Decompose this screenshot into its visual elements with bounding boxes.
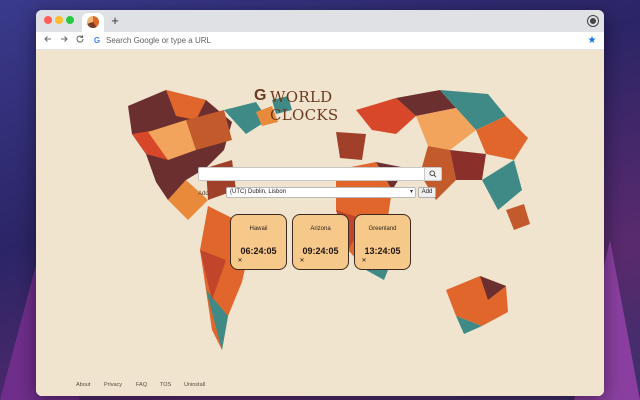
search-input[interactable] — [198, 167, 426, 181]
search-icon — [429, 170, 437, 178]
bookmark-star-icon[interactable]: ★ — [586, 34, 598, 48]
arrow-right-icon — [61, 36, 68, 42]
clock-card-greenland: Greenland 13:24:05 ✕ — [354, 214, 411, 270]
clock-card-arizona: Arizona 09:24:05 ✕ — [292, 214, 349, 270]
minimize-window-button[interactable] — [55, 16, 63, 24]
add-timezone-label: Add — [198, 191, 209, 197]
clock-time: 09:24:05 — [302, 246, 339, 256]
add-clock-button[interactable]: Add — [418, 187, 436, 198]
browser-toolbar: G Search Google or type a URL ★ — [36, 32, 604, 50]
timezone-selected-value: (UTC) Dublin, Lisbon — [230, 189, 287, 195]
address-bar[interactable]: G Search Google or type a URL — [92, 34, 582, 48]
new-tab-page: G WORLD CLOCKS Add (UTC) Dublin, Lisbon … — [36, 50, 604, 396]
maximize-window-button[interactable] — [66, 16, 74, 24]
clock-location-name: Greenland — [368, 226, 397, 232]
reload-icon — [76, 35, 84, 43]
forward-button[interactable] — [58, 34, 70, 48]
tab-bar: + — [36, 10, 604, 32]
browser-window: + G Search Google or type a URL ★ G WORL… — [36, 10, 604, 396]
new-tab-button[interactable]: + — [108, 13, 122, 29]
remove-clock-button[interactable]: ✕ — [236, 257, 244, 265]
clock-time: 06:24:05 — [240, 246, 277, 256]
footer-link-about[interactable]: About — [76, 381, 90, 389]
search-button[interactable] — [424, 167, 442, 181]
footer-link-uninstall[interactable]: Uninstall — [184, 381, 205, 389]
active-tab[interactable] — [82, 13, 104, 32]
clock-location-name: Arizona — [310, 226, 331, 232]
world-clocks-favicon-icon — [87, 16, 99, 28]
app-logo-text: WORLD CLOCKS — [270, 88, 339, 124]
footer-link-faq[interactable]: FAQ — [136, 381, 147, 389]
back-button[interactable] — [42, 34, 54, 48]
footer-link-privacy[interactable]: Privacy — [104, 381, 122, 389]
reload-button[interactable] — [74, 34, 86, 48]
close-window-button[interactable] — [44, 16, 52, 24]
extension-settings-icon[interactable] — [588, 16, 598, 26]
world-clocks-logo-icon: G — [254, 87, 267, 104]
chevron-down-icon: ▾ — [409, 189, 413, 195]
footer-link-tos[interactable]: TOS — [160, 381, 171, 389]
arrow-left-icon — [44, 36, 51, 42]
timezone-select[interactable]: (UTC) Dublin, Lisbon ▾ — [226, 187, 416, 198]
app-logo: G WORLD CLOCKS — [250, 86, 400, 125]
address-bar-placeholder: Search Google or type a URL — [106, 36, 211, 45]
clock-location-name: Hawaii — [249, 226, 268, 232]
remove-clock-button[interactable]: ✕ — [360, 257, 368, 265]
clock-card-hawaii: Hawaii 06:24:05 ✕ — [230, 214, 287, 270]
google-g-icon: G — [93, 36, 101, 45]
remove-clock-button[interactable]: ✕ — [298, 257, 306, 265]
clock-time: 13:24:05 — [364, 246, 401, 256]
